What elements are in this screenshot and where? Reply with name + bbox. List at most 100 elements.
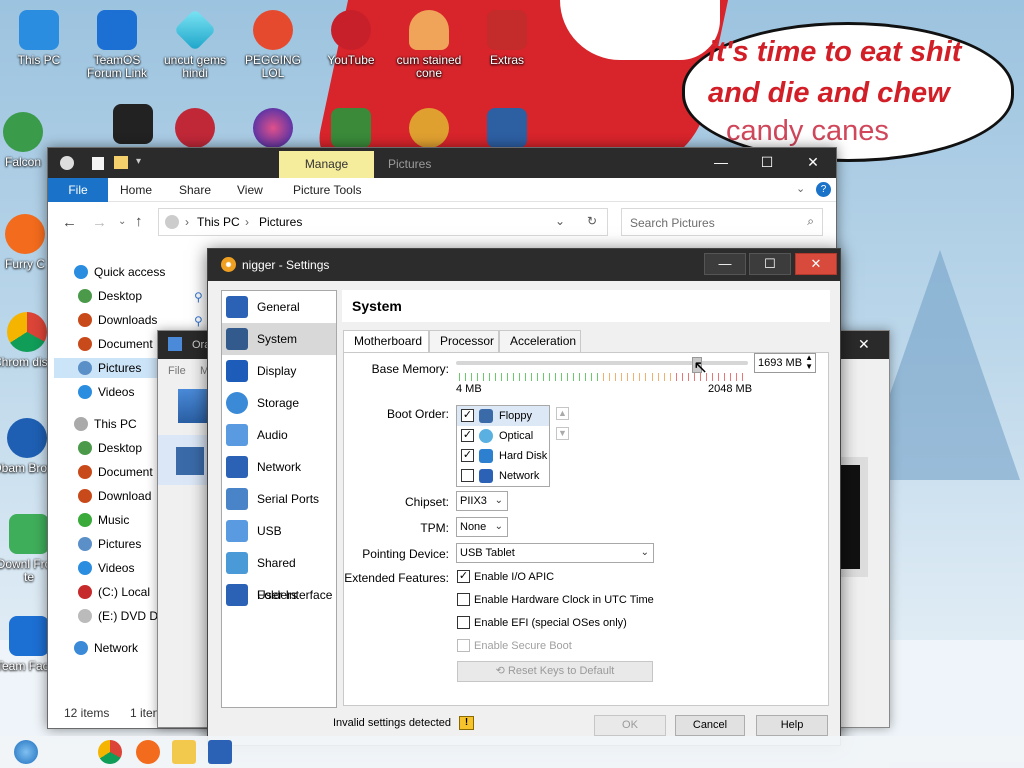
nav-this-pc[interactable]: This PC	[74, 414, 137, 434]
chevron-down-icon[interactable]: ⌄	[796, 182, 805, 195]
sidebar-item-audio[interactable]: Audio	[222, 419, 336, 451]
sidebar-item-display[interactable]: Display	[222, 355, 336, 387]
utc-clock-checkbox[interactable]	[457, 593, 470, 606]
boot-item-floppy[interactable]: ✓ Floppy	[457, 406, 549, 426]
chevron-down-icon[interactable]: ⌄	[555, 214, 565, 228]
cancel-button[interactable]: Cancel	[675, 715, 745, 736]
memory-spinbox[interactable]: 1693 MB ▲ ▼	[754, 353, 816, 373]
start-button-icon[interactable]	[14, 740, 38, 764]
desktop-icon-csharp[interactable]	[314, 108, 388, 152]
boot-item-optical[interactable]: ✓ Optical	[457, 426, 549, 446]
maximize-button[interactable]: ☐	[749, 253, 791, 275]
back-arrow-icon[interactable]: ←	[62, 214, 77, 231]
desktop-icon-number2[interactable]	[158, 108, 232, 152]
close-button[interactable]: ✕	[858, 336, 870, 353]
minimize-button[interactable]: —	[704, 253, 746, 275]
nav-documents[interactable]: Document	[78, 334, 153, 354]
tab-acceleration[interactable]: Acceleration	[499, 330, 581, 353]
io-apic-checkbox[interactable]: ✓	[457, 570, 470, 583]
desktop-icon-python[interactable]	[470, 108, 544, 152]
desktop-icon-pegging[interactable]: PEGGING LOL	[236, 10, 310, 80]
nav-quick-access[interactable]: Quick access	[74, 262, 165, 282]
checkbox-checked[interactable]: ✓	[461, 409, 474, 422]
tab-motherboard[interactable]: Motherboard	[343, 330, 429, 354]
tpm-select[interactable]: None ⌄	[456, 517, 508, 537]
desktop-icon-this-pc[interactable]: This PC	[2, 10, 76, 67]
new-folder-icon[interactable]	[114, 156, 128, 169]
chrome-icon[interactable]	[98, 740, 122, 764]
nav-downloads[interactable]: Downloads	[78, 310, 157, 330]
nav-videos-2[interactable]: Videos	[78, 558, 134, 578]
virtualbox-icon[interactable]	[208, 740, 232, 764]
nav-videos[interactable]: Videos	[78, 382, 134, 402]
address-bar[interactable]: › This PC › Pictures ⌄ ↻	[158, 208, 608, 236]
checkbox-unchecked[interactable]	[461, 469, 474, 482]
sidebar-item-system[interactable]: System	[222, 323, 336, 355]
nav-drive-c[interactable]: (C:) Local	[78, 582, 150, 602]
chevron-down-icon[interactable]: ▾	[136, 156, 141, 167]
sidebar-item-user-interface[interactable]: User Interface	[222, 579, 336, 611]
up-arrow-icon[interactable]: ↑	[135, 213, 143, 230]
help-icon[interactable]: ?	[816, 182, 831, 197]
nav-documents-2[interactable]: Document	[78, 462, 153, 482]
checkbox-checked[interactable]: ✓	[461, 449, 474, 462]
firefox-icon[interactable]	[136, 740, 160, 764]
maximize-button[interactable]: ☐	[744, 148, 790, 178]
tools-icon[interactable]	[178, 389, 208, 423]
efi-checkbox[interactable]	[457, 616, 470, 629]
close-button[interactable]: ✕	[790, 148, 836, 178]
recent-chevron-icon[interactable]: ⌄	[118, 216, 126, 227]
menu-file[interactable]: File	[168, 365, 186, 377]
vm-list-item[interactable]	[158, 435, 208, 485]
sidebar-item-storage[interactable]: Storage	[222, 387, 336, 419]
breadcrumb-this-pc[interactable]: This PC	[197, 215, 240, 229]
properties-icon[interactable]	[92, 157, 104, 170]
tab-file[interactable]: File	[48, 178, 108, 202]
nav-pictures-2[interactable]: Pictures	[78, 534, 141, 554]
breadcrumb-pictures[interactable]: Pictures	[259, 215, 302, 229]
minimize-button[interactable]: —	[698, 148, 744, 178]
tab-share[interactable]: Share	[179, 178, 211, 202]
desktop-icon-hxd[interactable]	[392, 108, 466, 152]
chipset-select[interactable]: PIIX3 ⌄	[456, 491, 508, 511]
sidebar-item-usb[interactable]: USB	[222, 515, 336, 547]
warning-icon[interactable]: !	[459, 716, 474, 730]
refresh-icon[interactable]: ↻	[587, 214, 597, 228]
nav-downloads-2[interactable]: Download	[78, 486, 151, 506]
checkbox-checked[interactable]: ✓	[461, 429, 474, 442]
close-button[interactable]: ✕	[795, 253, 837, 275]
tab-picture-tools[interactable]: Picture Tools	[293, 178, 361, 202]
help-button[interactable]: Help	[756, 715, 828, 736]
boot-item-hard-disk[interactable]: ✓ Hard Disk	[457, 446, 549, 466]
desktop-icon-teamos[interactable]: TeamOS Forum Link	[80, 10, 154, 80]
search-input[interactable]: Search Pictures ⌕	[621, 208, 823, 236]
nav-drive-e[interactable]: (E:) DVD D	[78, 606, 158, 626]
forward-arrow-icon[interactable]: →	[92, 214, 107, 231]
boot-item-network[interactable]: Network	[457, 466, 549, 486]
nav-desktop[interactable]: Desktop	[78, 286, 142, 306]
tab-view[interactable]: View	[237, 178, 263, 202]
pointing-device-select[interactable]: USB Tablet ⌄	[456, 543, 654, 563]
sidebar-item-serial-ports[interactable]: Serial Ports	[222, 483, 336, 515]
sidebar-item-shared-folders[interactable]: Shared Folders	[222, 547, 336, 602]
tab-home[interactable]: Home	[120, 178, 152, 202]
sidebar-label: User Interface	[257, 588, 333, 602]
desktop-icon-uncut-gems[interactable]: uncut gems hindi	[158, 8, 232, 80]
nav-pictures[interactable]: Pictures	[54, 358, 158, 378]
desktop-icon-orb[interactable]	[236, 108, 310, 152]
nav-music[interactable]: Music	[78, 510, 129, 530]
move-up-arrow-icon[interactable]: ▲	[556, 407, 569, 420]
desktop-icon-cone[interactable]: cum stained cone	[392, 10, 466, 80]
tab-processor[interactable]: Processor	[429, 330, 499, 353]
sidebar-item-network[interactable]: Network	[222, 451, 336, 483]
file-explorer-icon[interactable]	[172, 740, 196, 764]
move-down-arrow-icon[interactable]: ▼	[556, 427, 569, 440]
sidebar-item-general[interactable]: General	[222, 291, 336, 323]
boot-label: Optical	[499, 430, 534, 442]
desktop-icon-youtube[interactable]: YouTube	[314, 10, 388, 67]
desktop-icon-extras[interactable]: Extras	[470, 10, 544, 67]
nav-network[interactable]: Network	[74, 638, 138, 658]
nav-desktop-2[interactable]: Desktop	[78, 438, 142, 458]
spin-arrows-icon[interactable]: ▲ ▼	[805, 353, 813, 371]
tab-manage[interactable]: Manage	[279, 151, 374, 178]
